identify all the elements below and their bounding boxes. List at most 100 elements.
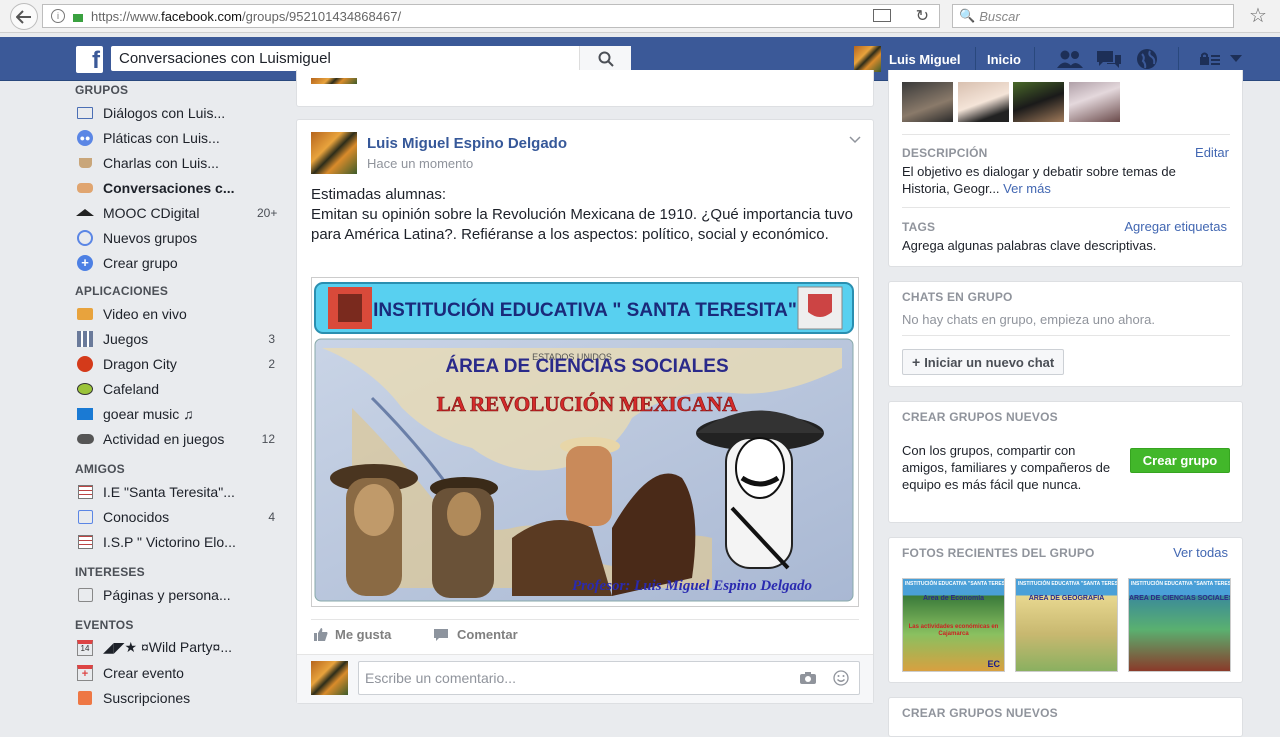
friend-requests-icon[interactable]	[1056, 49, 1084, 69]
recent-photo[interactable]: INSTITUCIÓN EDUCATIVA "SANTA TERESITA" ÁR…	[1128, 578, 1231, 672]
calendar-icon: 14	[75, 639, 95, 657]
sidebar-item[interactable]: MOOC CDigital 20+	[75, 200, 285, 225]
recent-photos-heading: FOTOS RECIENTES DEL GRUPO	[902, 546, 1095, 560]
facebook-search-button[interactable]	[579, 46, 631, 71]
home-link[interactable]: Inicio	[987, 45, 1021, 73]
comment-input[interactable]: Escribe un comentario...	[358, 661, 860, 695]
video-icon	[75, 305, 95, 323]
sidebar-item[interactable]: Video en vivo	[75, 301, 285, 326]
music-icon	[75, 405, 95, 423]
back-button[interactable]	[10, 3, 38, 30]
group-chats-card: CHATS EN GRUPO No hay chats en grupo, em…	[888, 281, 1243, 387]
list-icon	[75, 483, 95, 501]
comment-button[interactable]: Comentar	[433, 627, 518, 642]
bookmark-star-icon[interactable]: ☆	[1249, 3, 1267, 28]
post-options-chevron-icon[interactable]	[849, 136, 861, 144]
sidebar-item-label: Actividad en juegos	[103, 430, 225, 447]
member-photo[interactable]	[958, 82, 1009, 122]
sidebar-item[interactable]: Conocidos 4	[75, 504, 285, 529]
sidebar-item[interactable]: 14 ◢◤★ ¤Wild Party¤...	[75, 635, 285, 660]
reader-view-icon[interactable]	[873, 9, 891, 22]
recent-photo[interactable]: INSTITUCIÓN EDUCATIVA "SANTA TERESITA" Ár…	[902, 578, 1005, 672]
sidebar-item[interactable]: goear music ♫	[75, 401, 285, 426]
sidebar-item[interactable]: + Crear grupo	[75, 250, 285, 275]
sidebar-item[interactable]: Conversaciones c...	[75, 175, 285, 200]
edit-description-link[interactable]: Editar	[1195, 145, 1229, 160]
post-author[interactable]: Luis Miguel Espino Delgado	[367, 135, 567, 152]
sidebar-item-label: Video en vivo	[103, 305, 187, 322]
section-heading-friends[interactable]: AMIGOS	[75, 459, 285, 479]
group-post: Luis Miguel Espino Delgado Hace un momen…	[296, 119, 874, 704]
facebook-search[interactable]: Conversaciones con Luismiguel	[111, 46, 631, 71]
member-photo[interactable]	[902, 82, 953, 122]
see-all-photos-link[interactable]: Ver todas	[1173, 545, 1228, 560]
sidebar-item-label: Juegos	[103, 330, 149, 347]
avatar	[854, 46, 881, 72]
sidebar-item[interactable]: Charlas con Luis...	[75, 150, 285, 175]
sidebar-item-label: Conocidos	[103, 508, 170, 525]
comment-label: Comentar	[457, 627, 518, 642]
browser-search-bar[interactable]: 🔍 Buscar	[952, 4, 1234, 28]
sidebar-item-label: Conversaciones c...	[103, 179, 235, 196]
divider	[975, 47, 976, 71]
notifications-globe-icon[interactable]	[1136, 48, 1158, 70]
sidebar-item[interactable]: ●● Pláticas con Luis...	[75, 125, 285, 150]
sidebar-item-label: I.S.P " Victorino Elo...	[103, 533, 236, 550]
sidebar-item[interactable]: Nuevos grupos	[75, 225, 285, 250]
sidebar-item-count: 4	[268, 509, 275, 524]
profile-link[interactable]: Luis Miguel	[854, 45, 961, 73]
sidebar-item[interactable]: Diálogos con Luis...	[75, 100, 285, 125]
page-scrollbar[interactable]	[1266, 82, 1280, 720]
school-crest-right-shield	[808, 294, 832, 317]
info-icon[interactable]: i	[51, 9, 65, 23]
sidebar-item-label: Charlas con Luis...	[103, 154, 219, 171]
create-groups-card: CREAR GRUPOS NUEVOS Con los grupos, comp…	[888, 401, 1243, 523]
create-group-button[interactable]: Crear grupo	[1130, 448, 1230, 473]
sidebar-item[interactable]: Dragon City 2	[75, 351, 285, 376]
comment-bubble-icon	[434, 628, 448, 641]
facebook-search-input[interactable]: Conversaciones con Luismiguel	[111, 50, 579, 67]
events-list: 14 ◢◤★ ¤Wild Party¤... + Crear evento Suscri…	[75, 635, 285, 710]
sidebar-item[interactable]: + Crear evento	[75, 660, 285, 685]
sidebar-item[interactable]: Suscripciones	[75, 685, 285, 710]
previous-post-card	[296, 70, 874, 107]
add-tags-link[interactable]: Agregar etiquetas	[1124, 219, 1227, 234]
group-about-card: DESCRIPCIÓN Editar El objetivo es dialog…	[888, 70, 1243, 267]
chats-empty-text: No hay chats en grupo, empieza uno ahora…	[902, 312, 1155, 327]
section-heading-groups[interactable]: GRUPOS	[75, 80, 285, 100]
sidebar-item[interactable]: Actividad en juegos 12	[75, 426, 285, 451]
see-more-link[interactable]: Ver más	[1003, 181, 1051, 196]
post-image[interactable]: INSTITUCIÓN EDUCATIVA " SANTA TERESITA" …	[311, 277, 859, 607]
facebook-logo-letter: f	[92, 47, 100, 74]
poster-banner-text: INSTITUCIÓN EDUCATIVA " SANTA TERESITA"	[373, 299, 797, 321]
photo-title-text: Área de Economía	[922, 595, 985, 602]
section-heading-apps[interactable]: APLICACIONES	[75, 281, 285, 301]
member-photo[interactable]	[1069, 82, 1120, 122]
section-heading-events[interactable]: EVENTOS	[75, 615, 285, 635]
sidebar-item[interactable]: Páginas y persona...	[75, 582, 285, 607]
section-heading-interests[interactable]: INTERESES	[75, 562, 285, 582]
chevron-down-icon[interactable]	[1230, 55, 1242, 63]
messages-icon[interactable]	[1095, 49, 1123, 69]
author-avatar[interactable]	[311, 132, 357, 174]
like-button[interactable]: Me gusta	[313, 627, 391, 642]
cafeland-icon	[75, 380, 95, 398]
new-chat-button[interactable]: + Iniciar un nuevo chat	[902, 349, 1065, 375]
sidebar-item[interactable]: Cafeland	[75, 376, 285, 401]
emoji-icon[interactable]	[833, 670, 849, 686]
create-groups-heading-2: CREAR GRUPOS NUEVOS	[902, 706, 1058, 720]
camera-icon[interactable]	[799, 671, 817, 685]
sidebar-item[interactable]: I.E "Santa Teresita"...	[75, 479, 285, 504]
sidebar-item[interactable]: Juegos 3	[75, 326, 285, 351]
sidebar-item[interactable]: I.S.P " Victorino Elo...	[75, 529, 285, 554]
reload-icon[interactable]: ↻	[916, 6, 929, 26]
description-text: El objetivo es dialogar y debatir sobre …	[902, 163, 1222, 197]
facebook-logo[interactable]: f	[76, 46, 103, 73]
commenter-avatar	[311, 661, 348, 695]
post-timestamp[interactable]: Hace un momento	[367, 156, 473, 171]
privacy-shortcuts-icon[interactable]	[1199, 52, 1221, 66]
recent-photo[interactable]: INSTITUCIÓN EDUCATIVA "SANTA TERESITA" ÁR…	[1015, 578, 1118, 672]
revolution-poster: INSTITUCIÓN EDUCATIVA " SANTA TERESITA" …	[314, 282, 854, 602]
url-bar[interactable]: i https://www.facebook.com/groups/952101…	[42, 4, 940, 28]
member-photo[interactable]	[1013, 82, 1064, 122]
